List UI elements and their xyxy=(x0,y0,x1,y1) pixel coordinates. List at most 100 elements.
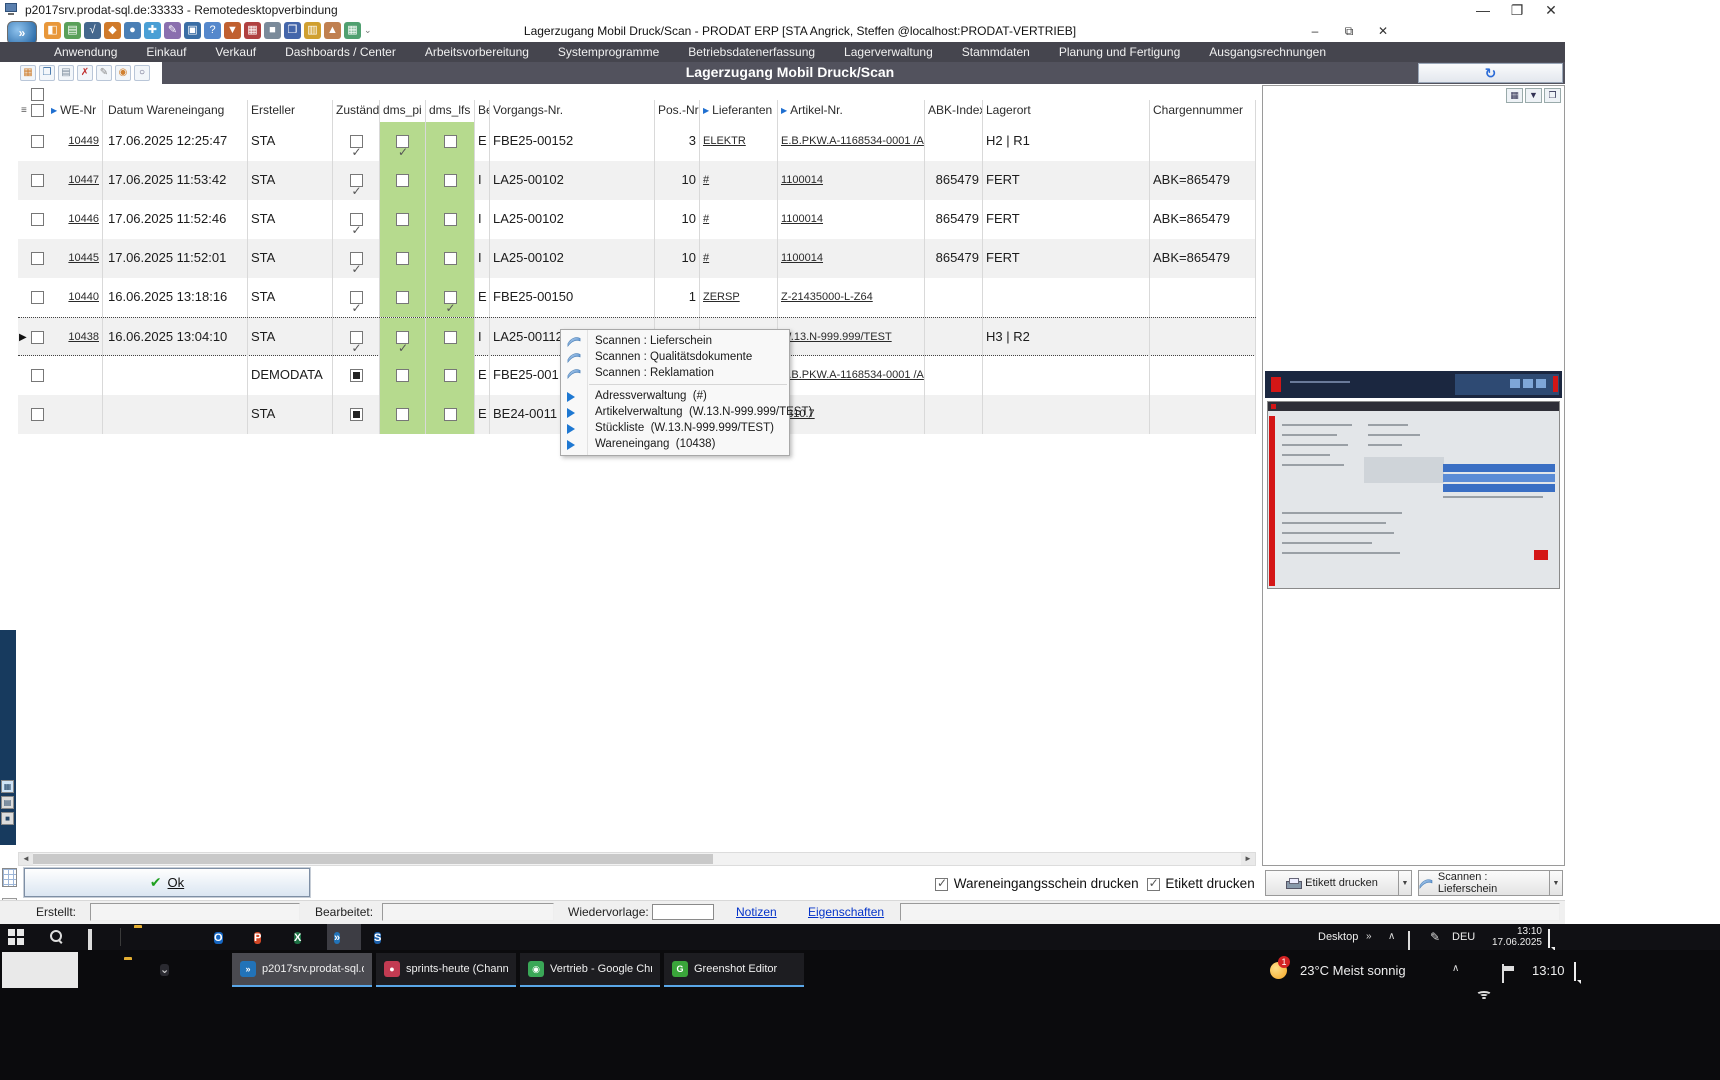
row-checkbox[interactable] xyxy=(31,135,44,148)
column-header-we[interactable]: ▶WE-Nr xyxy=(48,100,103,122)
rdp-icon[interactable]: » xyxy=(334,928,340,947)
context-menu-item[interactable]: Adressverwaltung (#) xyxy=(561,388,789,404)
app-close-button[interactable]: ✕ xyxy=(1366,24,1400,39)
cell-we[interactable]: 10447 xyxy=(48,161,103,200)
package-icon[interactable]: ▼ xyxy=(224,22,241,39)
remote-taskview-icon[interactable] xyxy=(88,931,92,949)
context-menu-item[interactable]: Wareneingang (10438) xyxy=(561,436,789,452)
notification-icon[interactable] xyxy=(1548,930,1550,948)
column-header-vorgang[interactable]: Vorgangs-Nr. xyxy=(490,100,655,122)
cell-we[interactable] xyxy=(48,395,103,434)
rdp-minimize-button[interactable]: — xyxy=(1466,2,1500,19)
cell-artikel[interactable]: W.13.N-999.999/TEST xyxy=(778,318,925,357)
task-button[interactable]: GGreenshot Editor xyxy=(664,953,804,987)
zustand-checkbox[interactable] xyxy=(350,135,363,148)
dms_lfs-checkbox[interactable] xyxy=(444,213,457,226)
app-minimize-button[interactable]: – xyxy=(1298,24,1332,39)
zustand-checkbox[interactable] xyxy=(350,213,363,226)
row-checkbox[interactable] xyxy=(31,291,44,304)
mdi-restore-button[interactable]: ⧉ xyxy=(1672,45,1686,58)
menu-item-lagerverwaltung[interactable]: Lagerverwaltung xyxy=(844,45,933,59)
ok-button[interactable]: ✔Ok xyxy=(24,868,310,897)
print-label-checkbox[interactable]: Etikett drucken xyxy=(1147,876,1255,891)
we-link[interactable]: 10446 xyxy=(68,213,99,225)
cell-we[interactable]: 10449 xyxy=(48,122,103,161)
copy-icon[interactable]: ▤ xyxy=(58,65,74,81)
powerpoint-icon[interactable]: P xyxy=(254,928,261,947)
tray-overflow-chevron[interactable]: ∧ xyxy=(1452,963,1459,974)
lieferant-link[interactable]: # xyxy=(703,174,709,186)
org-icon[interactable]: ◧ xyxy=(44,22,61,39)
panel-window-icon[interactable]: ❐ xyxy=(1544,88,1561,103)
lieferant-link[interactable]: ZERSP xyxy=(703,291,740,303)
artikel-link[interactable]: E.B.PKW.A-1168534-0001 /A xyxy=(781,369,924,381)
eigenschaften-link[interactable]: Eigenschaften xyxy=(808,905,884,919)
row-checkbox[interactable] xyxy=(31,252,44,265)
local-clock[interactable]: 13:10 xyxy=(1532,963,1565,978)
dms_pi-checkbox[interactable] xyxy=(396,213,409,226)
s-app-icon[interactable]: S xyxy=(374,928,381,947)
column-header-be[interactable]: Be xyxy=(475,100,490,122)
tray-overflow-chevron[interactable]: ∧ xyxy=(1388,931,1395,942)
dms_pi-checkbox[interactable] xyxy=(396,174,409,187)
dms_pi-checkbox[interactable] xyxy=(396,331,409,344)
dock-app-icon-2[interactable]: ▤ xyxy=(1,796,14,809)
we-link[interactable]: 10440 xyxy=(68,291,99,303)
column-header-lagerort[interactable]: Lagerort xyxy=(983,100,1150,122)
column-header-dms_lfs[interactable]: dms_lfs xyxy=(426,100,475,122)
scan-delivery-button[interactable]: Scannen : Lieferschein xyxy=(1418,870,1550,896)
dock-app-icon-1[interactable]: ▦ xyxy=(1,780,14,793)
table-row[interactable]: 1044016.06.2025 13:18:16STAEFBE25-001501… xyxy=(18,278,1256,317)
menu-item-einkauf[interactable]: Einkauf xyxy=(146,45,186,59)
scrollbar-thumb[interactable] xyxy=(33,854,713,864)
local-start-area[interactable] xyxy=(2,952,78,988)
wifi-icon[interactable] xyxy=(1476,988,1492,999)
column-header-charge[interactable]: Chargennummer xyxy=(1150,100,1256,122)
dms_lfs-checkbox[interactable] xyxy=(444,291,457,304)
weather-status[interactable]: 23°C Meist sonnig xyxy=(1300,963,1406,978)
print-label-button[interactable]: Etikett drucken xyxy=(1265,870,1399,896)
menu-item-stammdaten[interactable]: Stammdaten xyxy=(962,45,1030,59)
language-indicator[interactable]: DEU xyxy=(1452,931,1475,943)
user-edit-icon[interactable]: ✎ xyxy=(164,22,181,39)
panel-image-icon[interactable]: ▦ xyxy=(1506,88,1523,103)
zustand-checkbox[interactable] xyxy=(350,252,363,265)
new-list-icon[interactable]: ▤ xyxy=(64,22,81,39)
context-menu-item[interactable]: Scannen : Qualitätsdokumente xyxy=(561,349,789,365)
book-icon[interactable]: ▥ xyxy=(304,22,321,39)
dms_pi-checkbox[interactable] xyxy=(396,369,409,382)
help-icon[interactable]: ? xyxy=(204,22,221,39)
preview-thumbnail-1[interactable] xyxy=(1265,371,1562,398)
zustand-checkbox[interactable] xyxy=(350,291,363,304)
cell-lieferant[interactable]: # xyxy=(700,239,778,278)
notizen-link[interactable]: Notizen xyxy=(736,905,777,919)
cell-lieferant[interactable]: ZERSP xyxy=(700,278,778,317)
search-icon[interactable]: ○ xyxy=(134,65,150,81)
toolbar-more-icon[interactable]: ⌄ xyxy=(364,22,372,39)
cell-we[interactable]: 10438 xyxy=(48,318,103,357)
formula-icon[interactable]: √ xyxy=(84,22,101,39)
zustand-checkbox[interactable] xyxy=(350,408,363,421)
cell-lieferant[interactable]: # xyxy=(700,200,778,239)
user-add-icon[interactable]: ✚ xyxy=(144,22,161,39)
preview-thumbnail-2[interactable] xyxy=(1267,401,1560,589)
remote-start-button[interactable] xyxy=(8,929,24,945)
dms_lfs-checkbox[interactable] xyxy=(444,331,457,344)
window-icon[interactable]: ❐ xyxy=(284,22,301,39)
row-checkbox[interactable] xyxy=(31,174,44,187)
scroll-left-button[interactable]: ◄ xyxy=(19,853,33,865)
menu-item-planung-und-fertigung[interactable]: Planung und Fertigung xyxy=(1059,45,1180,59)
cell-lieferant[interactable]: ELEKTR xyxy=(700,122,778,161)
app-restore-button[interactable]: ⧉ xyxy=(1332,24,1366,39)
zustand-checkbox[interactable] xyxy=(350,369,363,382)
table-row[interactable]: 1044717.06.2025 11:53:42STAILA25-0010210… xyxy=(18,161,1256,200)
wiedervorlage-input[interactable] xyxy=(652,904,714,920)
menu-item-anwendung[interactable]: Anwendung xyxy=(54,45,117,59)
desktop-toolbar[interactable]: Desktop xyxy=(1318,931,1358,943)
menu-item-dashboards-center[interactable]: Dashboards / Center xyxy=(285,45,396,59)
artikel-link[interactable]: Z-21435000-L-Z64 xyxy=(781,291,873,303)
cell-lieferant[interactable]: # xyxy=(700,161,778,200)
excel-icon[interactable]: X xyxy=(294,928,301,947)
weather-icon[interactable]: 1 xyxy=(1268,958,1294,982)
action-center-icon[interactable] xyxy=(1574,963,1576,981)
